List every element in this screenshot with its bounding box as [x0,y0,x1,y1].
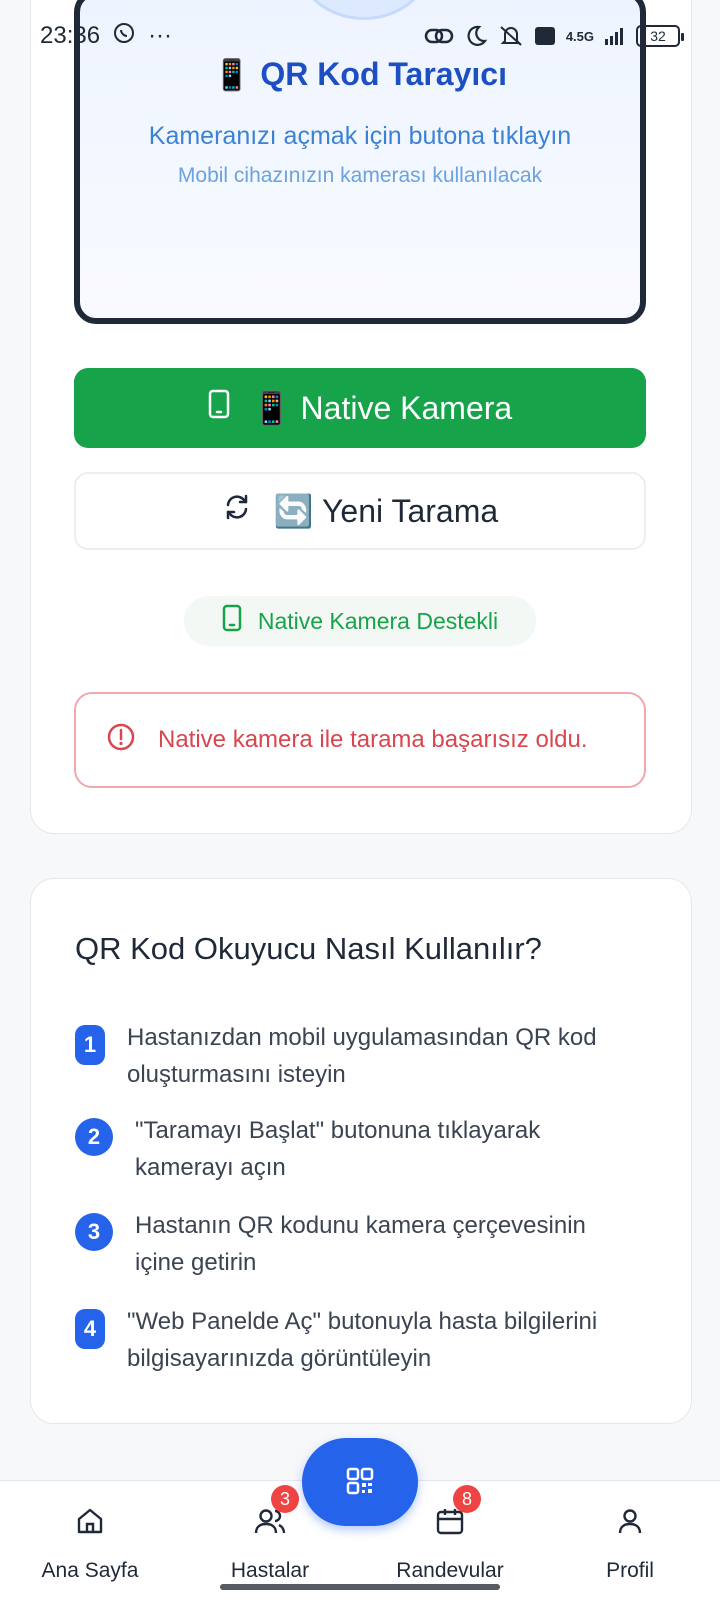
nav-item-profile[interactable]: Profil [550,1501,710,1583]
step-number: 3 [75,1213,113,1251]
error-message: Native kamera ile tarama başarısız oldu. [158,726,588,753]
instructions-card: QR Kod Okuyucu Nasıl Kullanılır? 1 Hasta… [30,878,692,1424]
signal-icon [604,26,626,46]
link-icon [424,25,454,47]
whatsapp-icon [112,21,136,52]
calendar-icon: 8 [435,1485,481,1541]
network-type: 4.5G [565,28,594,44]
nav-item-home[interactable]: Ana Sayfa [10,1501,170,1583]
mute-icon [498,24,524,48]
step-text: "Taramayı Başlat" butonuna tıklayarak ka… [135,1112,540,1186]
native-camera-button[interactable]: 📱 Native Kamera [74,368,646,448]
qr-scan-fab[interactable] [302,1438,418,1526]
status-left: 23:36 ··· [40,21,172,52]
native-camera-label: 📱 Native Kamera [251,390,513,426]
nav-label-profile: Profil [606,1559,654,1582]
nav-label-appointments: Randevular [396,1559,504,1582]
refresh-icon [222,492,252,530]
step-text-line: Hastanızdan mobil uygulamasından QR kod [127,1024,597,1051]
step-number: 2 [75,1118,113,1156]
step-number: 1 [75,1025,105,1065]
instruction-step: 3 Hastanın QR kodunu kamera çerçevesinin… [75,1207,586,1281]
status-bar: 23:36 ··· 4.5G 32 [0,0,720,72]
moon-icon [464,24,488,48]
step-text-line: kamerayı açın [135,1154,286,1181]
new-scan-button[interactable]: 🔄 Yeni Tarama [74,472,646,550]
more-notifications-icon: ··· [148,22,173,49]
status-time: 23:36 [40,22,101,49]
smartphone-icon [222,604,242,638]
step-text: Hastanın QR kodunu kamera çerçevesinin i… [135,1207,586,1281]
home-icon [75,1501,105,1541]
appointments-count-badge: 8 [453,1485,481,1513]
step-number: 4 [75,1309,105,1349]
step-text: "Web Panelde Aç" butonuyla hasta bilgile… [127,1303,597,1377]
step-text-line: içine getirin [135,1249,257,1276]
step-text: Hastanızdan mobil uygulamasından QR kod … [127,1019,597,1093]
step-text-line: "Taramayı Başlat" butonuna tıklayarak [135,1117,541,1144]
scanner-subinstruction: Mobil cihazınızın kamerası kullanılacak [177,164,543,187]
volte-icon [534,26,556,46]
user-icon [615,1501,645,1541]
nav-label-patients: Hastalar [230,1559,310,1582]
step-text-line: oluşturmasını isteyin [127,1061,346,1088]
patients-count-badge: 3 [271,1485,299,1513]
home-indicator [220,1584,500,1590]
qr-code-icon [346,1467,374,1498]
step-text-line: Hastanın QR kodunu kamera çerçevesinin [135,1212,586,1239]
alert-circle-icon [106,722,136,759]
scanner-instruction: Kameranızı açmak için butona tıklayın [148,122,572,150]
step-text-line: bilgisayarınızda görüntüleyin [127,1345,432,1372]
error-alert: Native kamera ile tarama başarısız oldu. [74,692,646,788]
native-support-badge: Native Kamera Destekli [184,596,536,646]
instruction-step: 2 "Taramayı Başlat" butonuna tıklayarak … [75,1112,540,1186]
step-text-line: "Web Panelde Aç" butonuyla hasta bilgile… [127,1308,598,1335]
new-scan-label: 🔄 Yeni Tarama [273,493,499,529]
smartphone-icon [208,389,230,427]
nav-label-home: Ana Sayfa [41,1559,139,1582]
native-support-label: Native Kamera Destekli [257,607,499,634]
instruction-step: 1 Hastanızdan mobil uygulamasından QR ko… [75,1019,597,1093]
battery-icon: 32 [636,25,684,47]
status-right: 4.5G 32 [424,24,684,48]
instruction-step: 4 "Web Panelde Aç" butonuyla hasta bilgi… [75,1303,597,1377]
instructions-title: QR Kod Okuyucu Nasıl Kullanılır? [75,931,542,966]
users-icon: 3 [253,1485,299,1541]
